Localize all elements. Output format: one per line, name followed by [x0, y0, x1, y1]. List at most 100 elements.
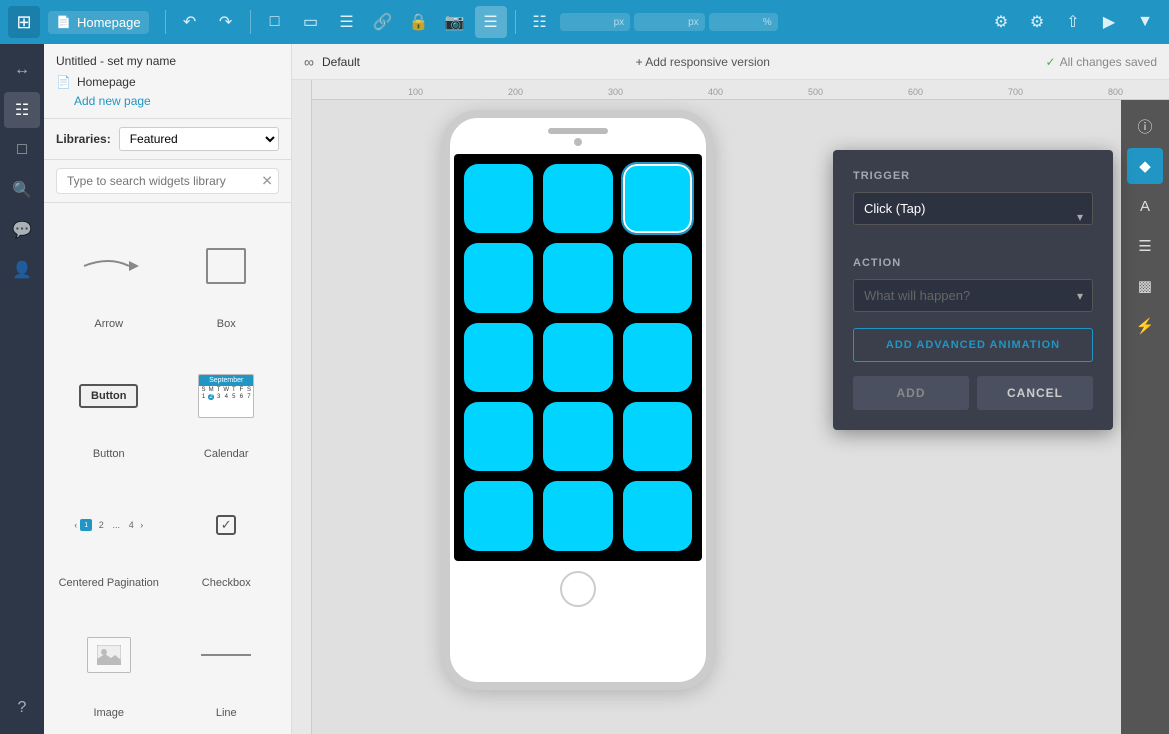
texture-panel-btn[interactable]: ▩ — [1127, 268, 1163, 304]
component-button[interactable]: □ — [259, 6, 291, 38]
ruler-mark-300: 300 — [608, 87, 623, 97]
image-shape — [87, 637, 131, 673]
canvas-toolbar: ∞ Default + Add responsive version ✓ All… — [292, 44, 1169, 80]
app-icon-2[interactable] — [543, 164, 612, 233]
align-panel-btn[interactable]: ☰ — [1127, 228, 1163, 264]
pagination-preview-container: ‹ 1 2 ... 4 › — [57, 480, 161, 572]
canvas-content[interactable]: ⓘ ◆ A ☰ ▩ ⚡ TRIGGER Click (Tap) Double C… — [312, 100, 1169, 734]
action-select[interactable]: What will happen? Navigate to page Show/… — [853, 279, 1093, 312]
cal-cell: 4 — [223, 394, 230, 400]
app-icon-7[interactable] — [464, 323, 533, 392]
app-icon-1[interactable] — [464, 164, 533, 233]
layers-button[interactable]: ☰ — [475, 6, 507, 38]
widget-item-calendar[interactable]: September S M T W T F S 1 2 3 4 — [170, 341, 284, 467]
image-button[interactable]: 📷 — [439, 6, 471, 38]
search-clear-icon[interactable]: ✕ — [261, 173, 273, 190]
nav-icon-expand[interactable]: ↔ — [4, 52, 40, 88]
line-preview-container — [175, 609, 279, 701]
widget-label-pagination: Centered Pagination — [59, 577, 159, 589]
cal-body: S M T W T F S 1 2 3 4 5 6 — [199, 386, 253, 401]
add-page-link[interactable]: Add new page — [74, 94, 279, 108]
interaction-panel-btn[interactable]: ⚡ — [1127, 308, 1163, 344]
grid-button[interactable]: ☷ — [524, 6, 556, 38]
widget-item-image[interactable]: Image — [52, 600, 166, 726]
share-button[interactable]: ⇧ — [1057, 6, 1089, 38]
app-icon-14[interactable] — [543, 481, 612, 550]
widget-item-box[interactable]: Box — [170, 211, 284, 337]
phone-home-button[interactable] — [560, 571, 596, 607]
canvas-area: ∞ Default + Add responsive version ✓ All… — [292, 44, 1169, 734]
app-icon-8[interactable] — [543, 323, 612, 392]
play-button[interactable]: ▶ — [1093, 6, 1125, 38]
widget-item-pagination[interactable]: ‹ 1 2 ... 4 › Centered Pagination — [52, 471, 166, 597]
nav-icon-comments[interactable]: 💬 — [4, 212, 40, 248]
nav-icon-widgets[interactable]: □ — [4, 132, 40, 168]
cal-cell: T — [231, 387, 238, 393]
cal-cell: S — [246, 387, 253, 393]
project-title: Untitled - set my name — [56, 54, 279, 68]
cal-cell: S — [200, 387, 207, 393]
app-icon-9[interactable] — [623, 323, 692, 392]
color-panel-btn[interactable]: ◆ — [1127, 148, 1163, 184]
pag-ellipsis: ... — [110, 519, 122, 531]
app-icon-4[interactable] — [464, 243, 533, 312]
cal-cell: 3 — [215, 394, 222, 400]
x-input-group: px — [560, 13, 631, 31]
search-input[interactable] — [56, 168, 279, 194]
text-panel-btn[interactable]: A — [1127, 188, 1163, 224]
pag-right-arrow: › — [140, 520, 143, 530]
widget-item-button[interactable]: Button Button — [52, 341, 166, 467]
x-input[interactable] — [566, 15, 614, 29]
widget-item-line[interactable]: Line — [170, 600, 284, 726]
toolbar-separator-3 — [515, 10, 516, 34]
widget-label-checkbox: Checkbox — [202, 577, 251, 589]
app-icon-12[interactable] — [623, 402, 692, 471]
y-input[interactable] — [640, 15, 688, 29]
nav-icon-help[interactable]: ? — [4, 690, 40, 726]
app-icon-3-selected[interactable] — [623, 164, 692, 233]
cancel-button[interactable]: CANCEL — [977, 376, 1093, 410]
cal-header: September — [199, 375, 253, 386]
nav-icon-users[interactable]: 👤 — [4, 252, 40, 288]
nav-icon-pages[interactable]: ☷ — [4, 92, 40, 128]
widget-item-arrow[interactable]: Arrow — [52, 211, 166, 337]
widget-item-checkbox[interactable]: ✓ Checkbox — [170, 471, 284, 597]
more-button[interactable]: ▼ — [1129, 6, 1161, 38]
lock-button[interactable]: 🔒 — [403, 6, 435, 38]
add-button[interactable]: ADD — [853, 376, 969, 410]
canvas-container[interactable]: 100 200 300 400 500 600 700 800 — [292, 80, 1169, 734]
app-icon-11[interactable] — [543, 402, 612, 471]
widget-label-box: Box — [217, 318, 236, 330]
cal-cell-today: 2 — [208, 394, 215, 400]
widget-label-arrow: Arrow — [94, 318, 123, 330]
opacity-input[interactable] — [715, 15, 763, 29]
nav-icon-search[interactable]: 🔍 — [4, 172, 40, 208]
all-changes-status: ✓ All changes saved — [1046, 55, 1157, 69]
settings-button[interactable]: ⚙ — [1021, 6, 1053, 38]
undo-button[interactable]: ↶ — [174, 6, 206, 38]
widgets-panel: Untitled - set my name 📄 Homepage Add ne… — [44, 44, 292, 734]
box-preview-container — [175, 220, 279, 312]
app-logo[interactable]: ⊞ — [8, 6, 40, 38]
align-button[interactable]: ☰ — [331, 6, 363, 38]
link-button[interactable]: 🔗 — [367, 6, 399, 38]
redo-button[interactable]: ↷ — [210, 6, 242, 38]
cal-cell: F — [238, 387, 245, 393]
page-title-tab[interactable]: 📄 Homepage — [48, 11, 149, 34]
info-panel-btn[interactable]: ⓘ — [1127, 108, 1163, 144]
preview-settings-button[interactable]: ⚙ — [985, 6, 1017, 38]
app-icon-10[interactable] — [464, 402, 533, 471]
app-icon-6[interactable] — [623, 243, 692, 312]
cal-cell: T — [215, 387, 222, 393]
ruler-mark-600: 600 — [908, 87, 923, 97]
app-icon-5[interactable] — [543, 243, 612, 312]
libraries-select[interactable]: Featured — [119, 127, 279, 151]
device-button[interactable]: ▭ — [295, 6, 327, 38]
app-icon-15[interactable] — [623, 481, 692, 550]
add-responsive-link[interactable]: + Add responsive version — [368, 55, 1038, 69]
page-item[interactable]: 📄 Homepage — [56, 72, 279, 92]
advanced-animation-button[interactable]: ADD ADVANCED ANIMATION — [853, 328, 1093, 362]
phone-camera — [574, 138, 582, 146]
trigger-select[interactable]: Click (Tap) Double Click Long Press Mous… — [853, 192, 1093, 225]
app-icon-13[interactable] — [464, 481, 533, 550]
